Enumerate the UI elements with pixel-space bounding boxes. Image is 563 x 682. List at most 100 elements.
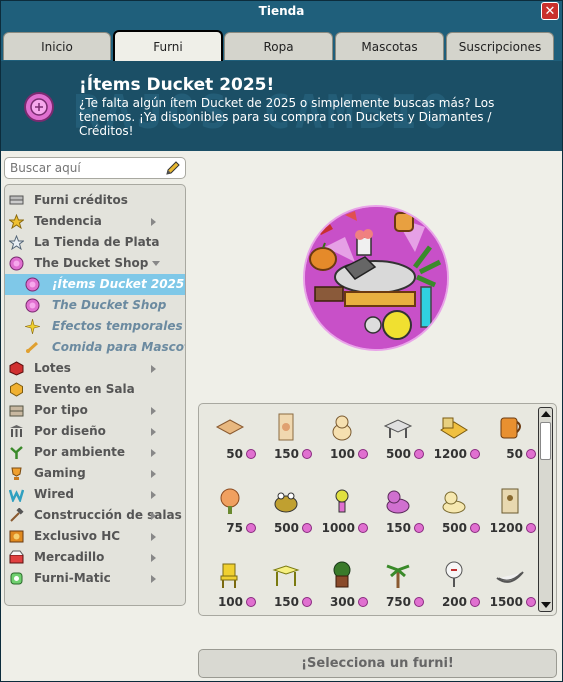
box-icon: [9, 361, 24, 376]
category-item[interactable]: Mercadillo: [5, 547, 185, 568]
category-list[interactable]: Furni créditos Tendencia La Tienda de Plat…: [4, 184, 186, 606]
category-item[interactable]: Por tipo: [5, 400, 185, 421]
tab-mascotas[interactable]: Mascotas: [335, 32, 444, 60]
category-item[interactable]: Por ambiente: [5, 442, 185, 463]
drawer-icon: [9, 405, 24, 417]
chevron-right-icon[interactable]: [151, 218, 156, 226]
chevron-right-icon[interactable]: [151, 533, 156, 541]
chevron-right-icon[interactable]: [151, 554, 156, 562]
wired-icon: [9, 489, 24, 502]
catalog-item[interactable]: 50: [483, 408, 537, 478]
rug-icon: [215, 419, 245, 435]
scroll-up-icon[interactable]: [541, 411, 551, 417]
chevron-right-icon[interactable]: [151, 407, 156, 415]
search-input[interactable]: [10, 160, 158, 176]
item-price: 1200: [433, 447, 467, 461]
item-price: 50: [506, 447, 523, 461]
catalog-item[interactable]: 750: [371, 556, 425, 626]
catalog-item[interactable]: 150: [371, 482, 425, 552]
potted-plant-icon: [333, 561, 351, 588]
catalog-item[interactable]: 50: [203, 408, 257, 478]
ducket-icon: [414, 449, 424, 459]
catalog-item[interactable]: 200: [427, 556, 481, 626]
category-item[interactable]: The Ducket Shop: [5, 295, 185, 316]
category-item[interactable]: The Ducket Shop: [5, 253, 185, 274]
select-furni-button[interactable]: ¡Selecciona un furni!: [198, 649, 557, 678]
ducket-icon: [24, 92, 54, 122]
category-label: Exclusivo HC: [34, 529, 121, 543]
chevron-right-icon[interactable]: [151, 512, 156, 520]
catalog-item[interactable]: 150: [259, 556, 313, 626]
category-item[interactable]: Comida para Mascotas (: [5, 337, 185, 358]
category-item[interactable]: Efectos temporales (Duc: [5, 316, 185, 337]
item-price: 100: [329, 447, 355, 461]
catalog-item[interactable]: 1500: [483, 556, 537, 626]
category-label: Comida para Mascotas (: [52, 340, 185, 354]
catalog-item[interactable]: 500: [259, 482, 313, 552]
scroll-down-icon[interactable]: [541, 602, 551, 608]
category-item[interactable]: La Tienda de Plata: [5, 232, 185, 253]
item-price: 1000: [321, 521, 355, 535]
catalog-item[interactable]: 1200: [427, 408, 481, 478]
tab-inicio[interactable]: Inicio: [3, 32, 111, 60]
catalog-item[interactable]: 100: [203, 556, 257, 626]
item-price: 500: [273, 521, 299, 535]
catalog-item[interactable]: 1000: [315, 482, 369, 552]
catalog-item[interactable]: 100: [315, 408, 369, 478]
item-price: 50: [226, 447, 243, 461]
category-item[interactable]: Tendencia: [5, 211, 185, 232]
ducket-icon: [246, 449, 256, 459]
category-item[interactable]: Wired: [5, 484, 185, 505]
close-button[interactable]: ✕: [541, 2, 559, 20]
yellow-table-icon: [272, 565, 300, 586]
frog-icon: [274, 492, 298, 513]
category-item[interactable]: Lotes: [5, 358, 185, 379]
catalog-item[interactable]: 500: [371, 408, 425, 478]
chevron-right-icon[interactable]: [151, 470, 156, 478]
tab-ropa[interactable]: Ropa: [224, 32, 333, 60]
catalog-item[interactable]: 1200: [483, 482, 537, 552]
duck-toy-icon: [332, 415, 352, 441]
category-item[interactable]: Construcción de salas: [5, 505, 185, 526]
duck-pair-icon: [442, 491, 466, 514]
category-label: Tendencia: [34, 214, 102, 228]
category-item[interactable]: Gaming: [5, 463, 185, 484]
item-price: 100: [217, 595, 243, 609]
item-price: 1500: [489, 595, 523, 609]
tab-suscripciones[interactable]: Suscripciones: [446, 32, 554, 60]
category-item[interactable]: ¡Ítems Ducket 2025!: [5, 274, 185, 295]
chevron-right-icon[interactable]: [151, 491, 156, 499]
chevron-right-icon[interactable]: [151, 575, 156, 583]
item-grid-scrollbar[interactable]: [538, 407, 553, 612]
chevron-right-icon[interactable]: [151, 428, 156, 436]
catalog-item[interactable]: 150: [259, 408, 313, 478]
search-box[interactable]: [4, 157, 186, 179]
scroll-thumb[interactable]: [540, 422, 551, 460]
category-item[interactable]: Furni créditos: [5, 190, 185, 211]
ducket-icon: [414, 597, 424, 607]
ducket-icon: [526, 597, 536, 607]
category-label: Evento en Sala: [34, 382, 135, 396]
tab-furni[interactable]: Furni: [113, 30, 223, 61]
pencil-icon[interactable]: [165, 160, 181, 176]
stack-icon: [9, 195, 24, 205]
title-bar[interactable]: Tienda ✕: [1, 1, 562, 23]
category-item[interactable]: Exclusivo HC: [5, 526, 185, 547]
category-label: ¡Ítems Ducket 2025!: [52, 277, 186, 291]
category-label: The Ducket Shop: [52, 298, 167, 312]
bed-icon: [440, 417, 468, 439]
ducket-collage-image: [305, 207, 447, 349]
category-label: Furni-Matic: [34, 571, 111, 585]
catalog-item[interactable]: 75: [203, 482, 257, 552]
chevron-right-icon[interactable]: [151, 449, 156, 457]
chevron-right-icon[interactable]: [151, 365, 156, 373]
category-item[interactable]: Evento en Sala: [5, 379, 185, 400]
category-label: Efectos temporales (Duc: [52, 319, 185, 333]
catalog-item[interactable]: 500: [427, 482, 481, 552]
ducket-icon: [358, 523, 368, 533]
category-item[interactable]: Furni-Matic: [5, 568, 185, 589]
catalog-item[interactable]: 300: [315, 556, 369, 626]
item-price: 200: [441, 595, 467, 609]
category-item[interactable]: Por diseño: [5, 421, 185, 442]
chevron-down-icon[interactable]: [152, 261, 160, 266]
